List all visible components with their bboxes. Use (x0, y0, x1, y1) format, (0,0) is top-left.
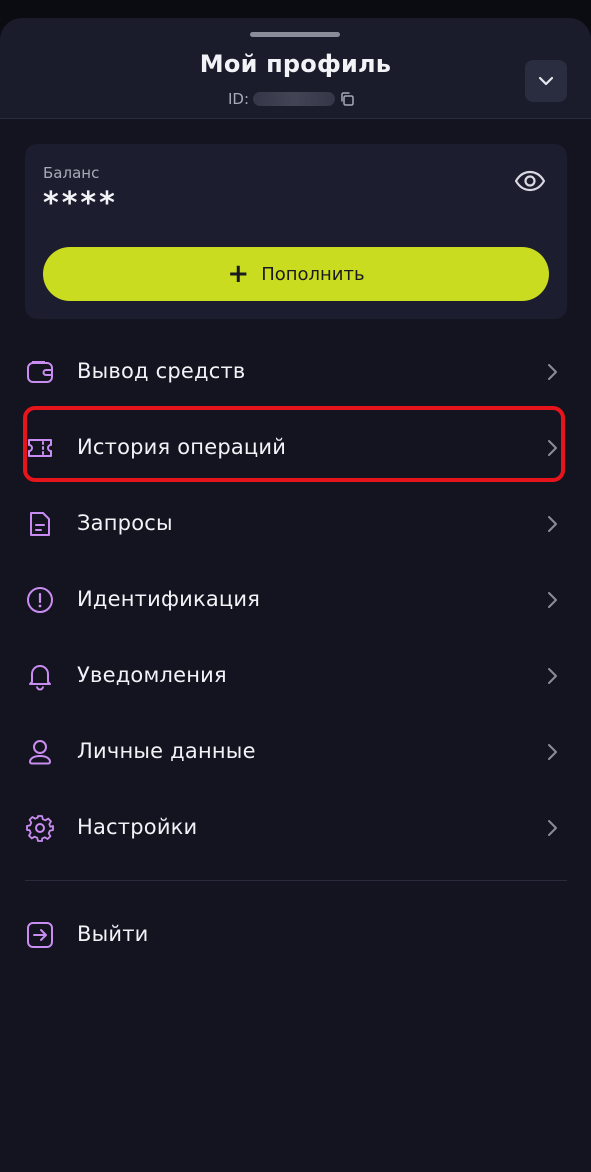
user-id-row: ID: (228, 89, 355, 109)
menu-item-label: Настройки (77, 815, 198, 839)
menu-item-label: Идентификация (77, 587, 261, 611)
bell-icon (29, 665, 51, 691)
menu-item-identification[interactable]: Идентификация (25, 575, 567, 625)
topup-label: Пополнить (261, 263, 365, 285)
profile-sheet: Мой профиль ID: Баланс **** + Пополнить (0, 18, 591, 1172)
user-icon (29, 740, 51, 765)
highlight-frame (23, 406, 565, 482)
balance-value: **** (43, 186, 118, 221)
logout-icon (27, 922, 53, 948)
chevron-right-icon (548, 516, 557, 532)
eye-icon[interactable] (513, 164, 547, 198)
menu-item-requests[interactable]: Запросы (25, 499, 567, 549)
user-id-label: ID: (228, 90, 250, 108)
chevron-right-icon (548, 592, 557, 608)
menu-divider (25, 880, 567, 881)
menu-item-withdraw[interactable]: Вывод средств (25, 347, 567, 397)
menu-item-personal-data[interactable]: Личные данные (25, 727, 567, 777)
user-id-hidden-value (253, 92, 336, 106)
menu-item-label: Уведомления (77, 663, 227, 687)
document-icon (30, 512, 50, 536)
balance-card: Баланс **** + Пополнить (25, 144, 567, 319)
page-title: Мой профиль (199, 50, 392, 78)
topup-button[interactable]: + Пополнить (43, 247, 549, 301)
copy-icon[interactable] (339, 91, 355, 107)
logout-label: Выйти (77, 922, 149, 946)
collapse-button[interactable] (525, 60, 567, 102)
chevron-down-icon (538, 76, 554, 86)
chevron-right-icon (548, 364, 557, 380)
balance-label: Баланс (43, 164, 100, 182)
menu-item-label: Запросы (77, 511, 173, 535)
chevron-right-icon (548, 820, 557, 836)
alert-circle-icon (27, 587, 53, 613)
drag-handle[interactable] (250, 32, 340, 37)
logout-button[interactable]: Выйти (25, 910, 567, 960)
chevron-right-icon (548, 744, 557, 760)
menu-item-label: Вывод средств (77, 359, 246, 383)
menu-item-notifications[interactable]: Уведомления (25, 651, 567, 701)
profile-header: Мой профиль ID: (0, 18, 591, 119)
plus-icon: + (227, 259, 250, 289)
menu-item-settings[interactable]: Настройки (25, 803, 567, 853)
chevron-right-icon (548, 668, 557, 684)
menu-item-label: Личные данные (77, 739, 256, 763)
gear-icon (26, 815, 54, 842)
wallet-icon (27, 361, 53, 383)
